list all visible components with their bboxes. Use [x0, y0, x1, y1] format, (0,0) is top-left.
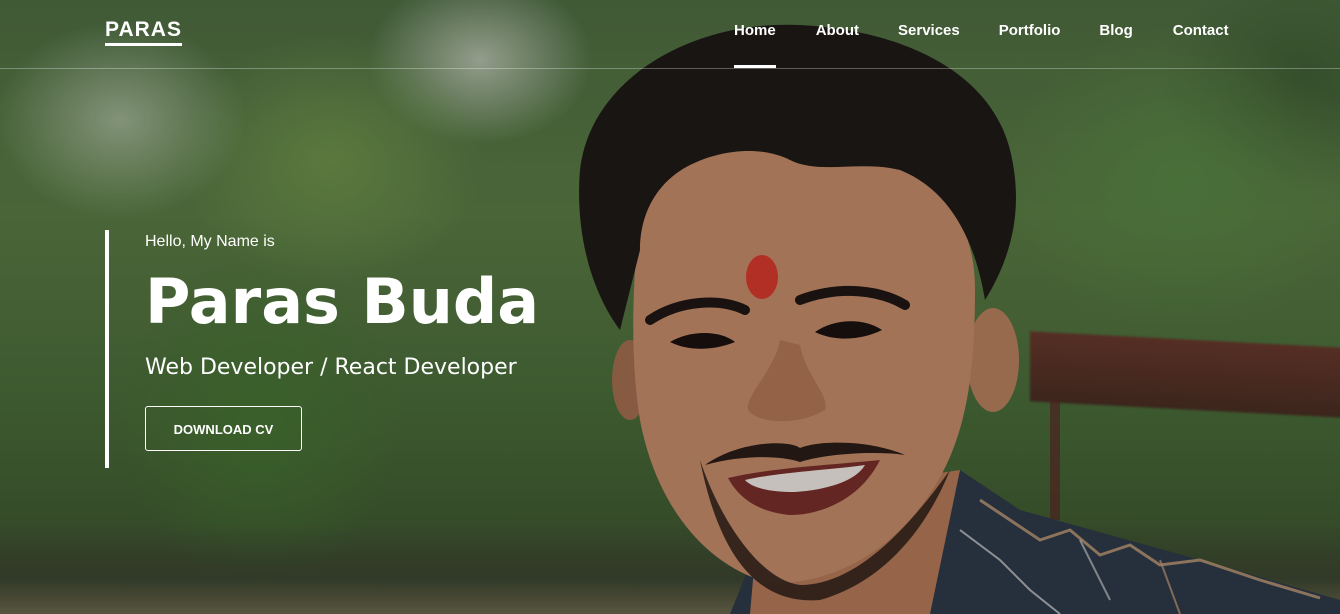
download-cv-button[interactable]: DOWNLOAD CV [145, 406, 302, 451]
hero-name: Paras Buda [145, 265, 540, 338]
hero-section: PARAS Home About Services Portfolio Blog… [0, 0, 1340, 614]
nav-item-blog[interactable]: Blog [1099, 22, 1132, 39]
site-logo[interactable]: PARAS [105, 18, 182, 46]
nav-item-services[interactable]: Services [898, 22, 960, 39]
hero-greeting: Hello, My Name is [145, 233, 275, 250]
site-header: PARAS Home About Services Portfolio Blog… [0, 0, 1340, 69]
nav-item-contact[interactable]: Contact [1173, 22, 1229, 39]
nav-item-home[interactable]: Home [734, 22, 776, 68]
hero-intro: Hello, My Name is Paras Buda Web Develop… [105, 230, 539, 468]
nav-item-about[interactable]: About [816, 22, 859, 39]
hero-role: Web Developer / React Developer [145, 355, 517, 380]
main-nav: Home About Services Portfolio Blog Conta… [734, 22, 1229, 68]
nav-item-portfolio[interactable]: Portfolio [999, 22, 1061, 39]
